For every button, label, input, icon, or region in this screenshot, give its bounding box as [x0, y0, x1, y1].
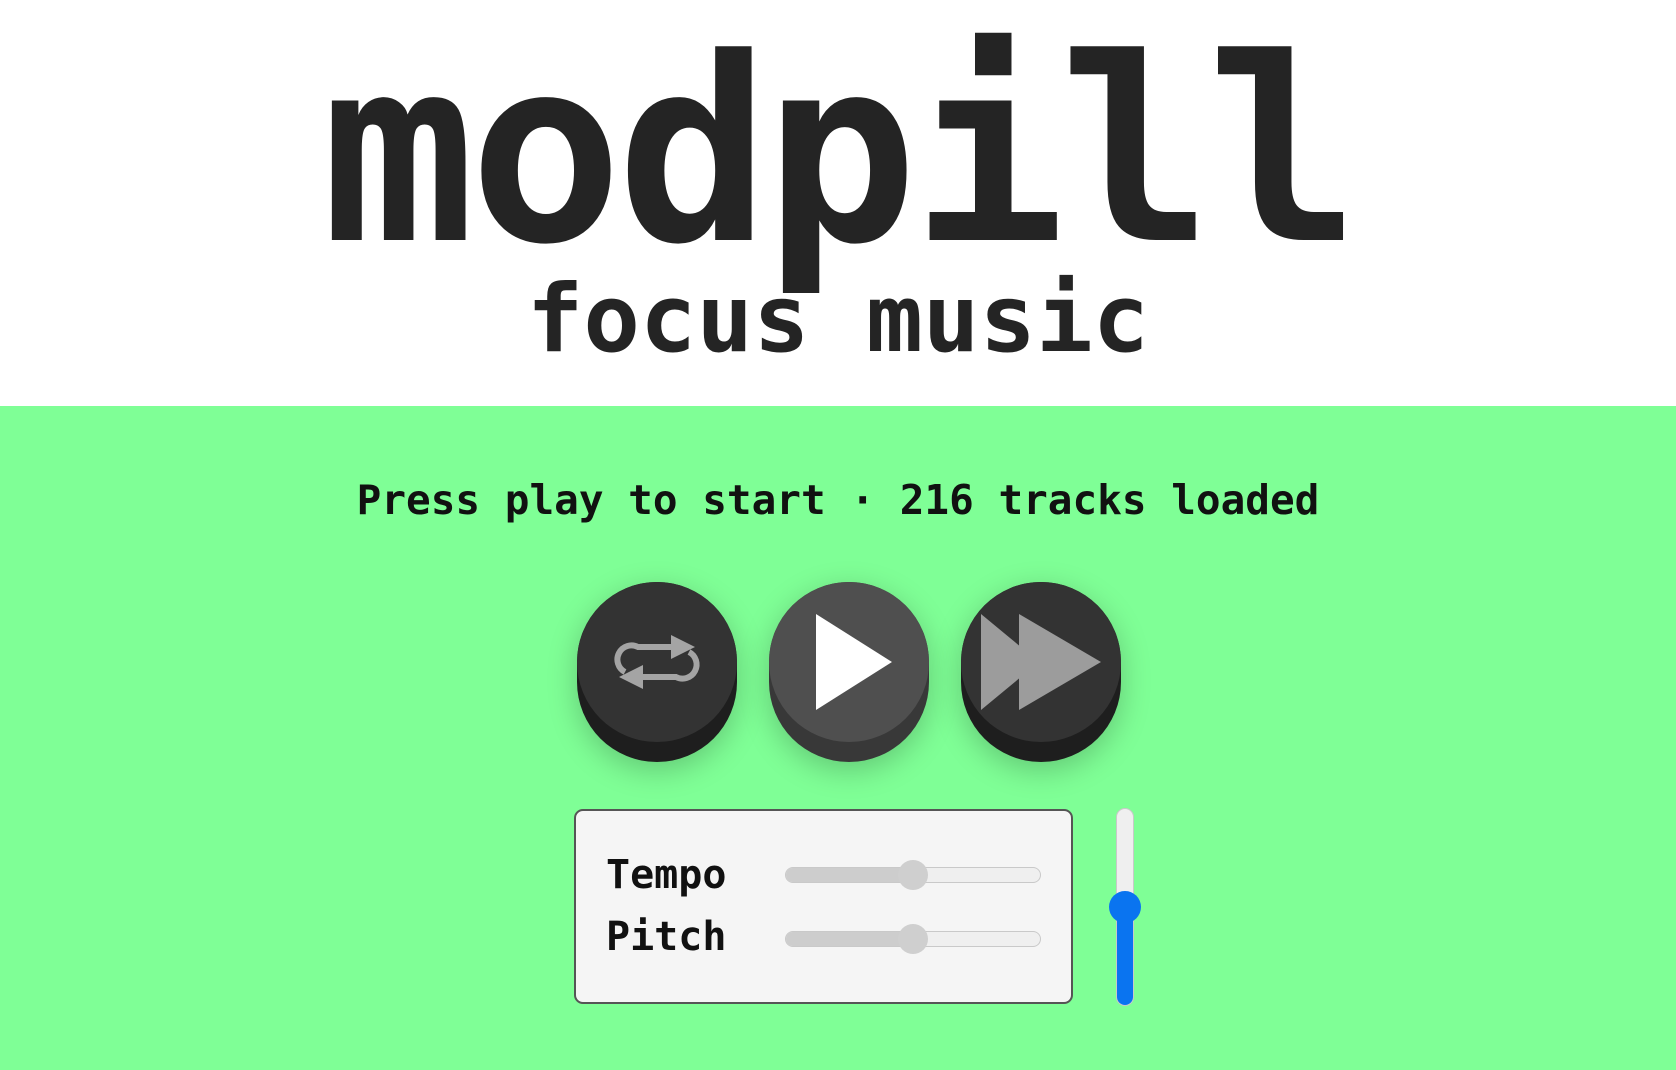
next-button[interactable] [961, 582, 1121, 762]
tempo-slider-thumb[interactable] [898, 860, 928, 890]
volume-slider[interactable] [1109, 808, 1141, 1006]
play-button-face [769, 582, 929, 742]
status-text: Press play to start · 216 tracks loaded [356, 476, 1320, 524]
tempo-slider[interactable] [785, 860, 1041, 890]
play-button[interactable] [769, 582, 929, 762]
app-title: modpill [321, 4, 1361, 301]
settings-panel: Tempo Pitch [574, 809, 1073, 1004]
next-button-face [961, 582, 1121, 742]
tempo-slider-fill [786, 868, 913, 882]
tempo-label: Tempo [606, 852, 727, 898]
repeat-button[interactable] [577, 582, 737, 762]
play-icon [816, 614, 892, 710]
header: modpill focus music [0, 0, 1676, 406]
repeat-button-face [577, 582, 737, 742]
volume-slider-thumb[interactable] [1109, 891, 1141, 923]
pitch-label: Pitch [606, 914, 727, 960]
repeat-icon [614, 635, 700, 689]
fast-forward-icon [981, 614, 1101, 710]
pitch-slider-thumb[interactable] [898, 924, 928, 954]
app-subtitle: focus music [526, 265, 1150, 374]
pitch-slider-fill [786, 932, 913, 946]
pitch-slider[interactable] [785, 924, 1041, 954]
